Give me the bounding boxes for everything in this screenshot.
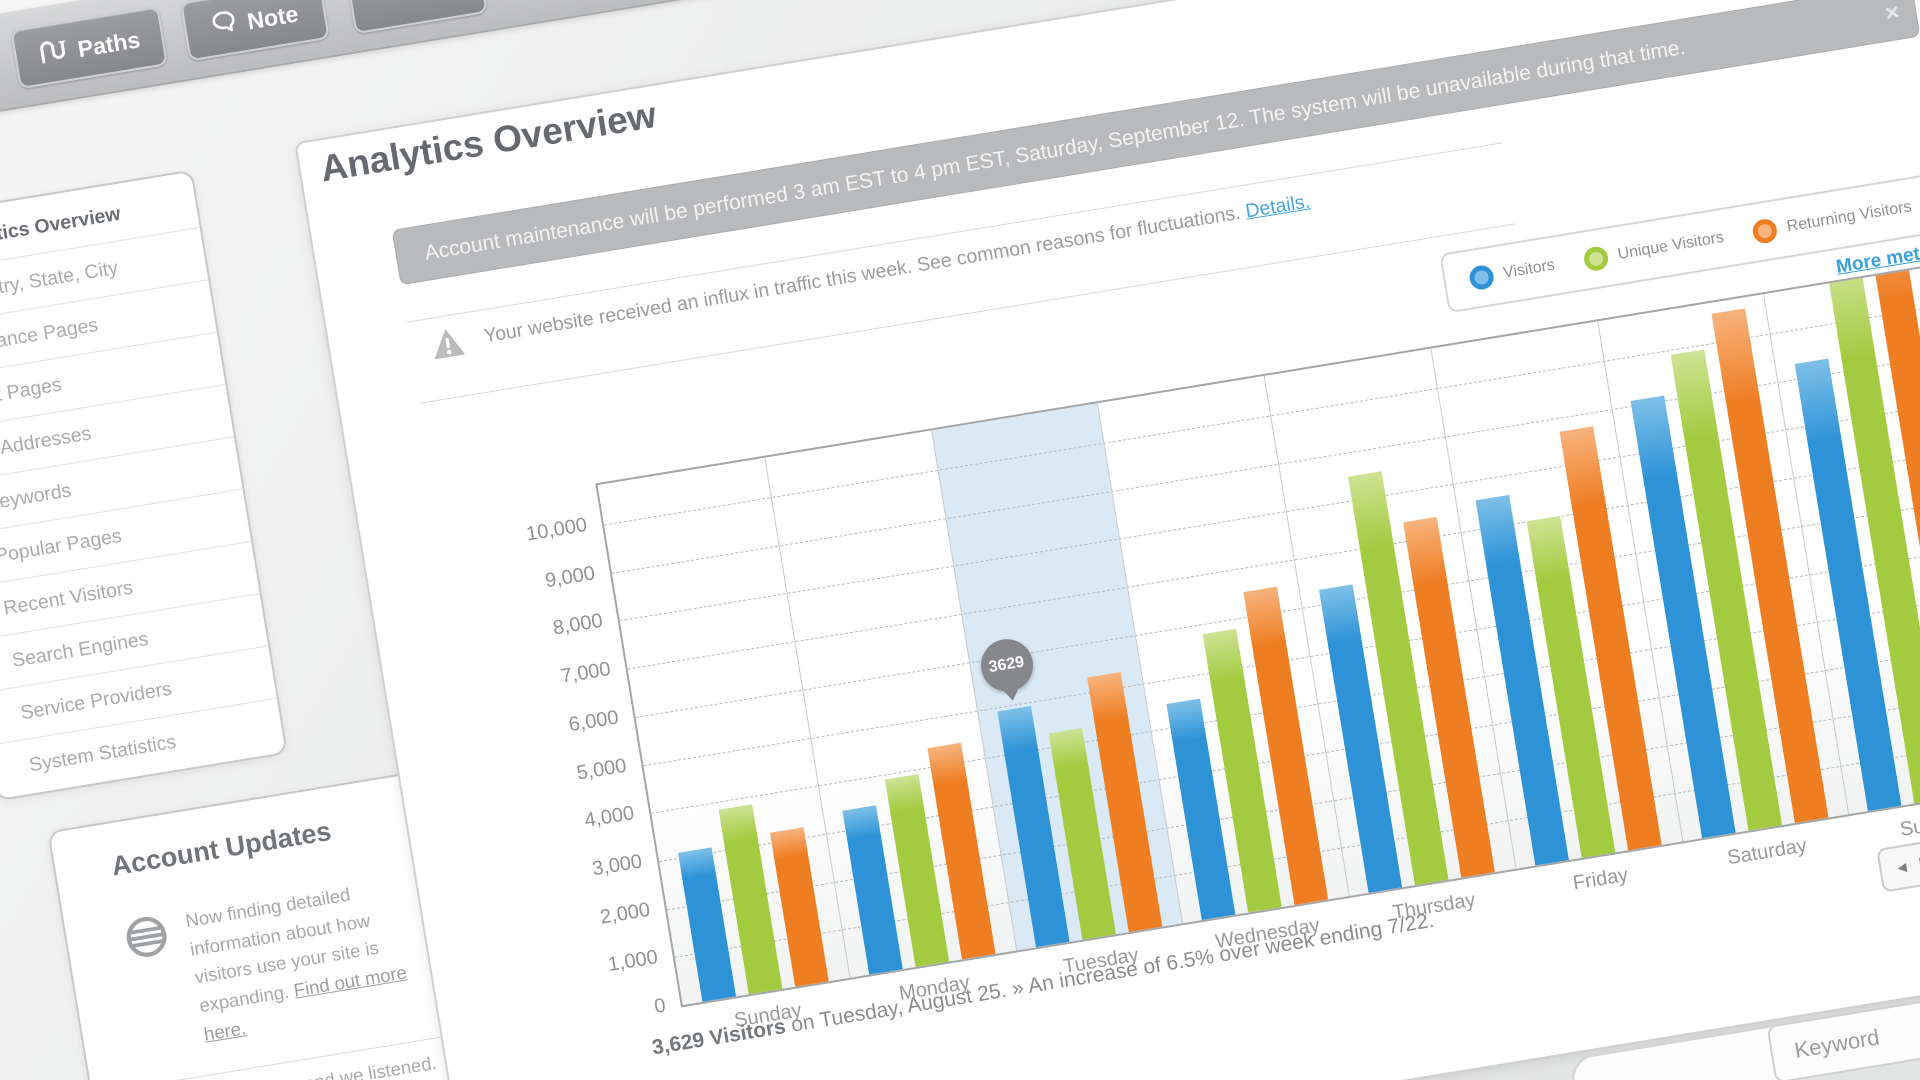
tilted-ui-canvas: eTransposePathsNote Show Results: Daily … [0, 0, 1920, 1080]
y-axis-tick-label: 2,000 [599, 898, 652, 929]
legend-dot-icon [1468, 264, 1496, 292]
legend-item-visitors: Visitors [1468, 254, 1557, 292]
y-axis-tick-label: 5,000 [575, 754, 628, 785]
sidebar-list: Analytics OverviewCountry, State, CityEn… [0, 176, 285, 797]
toolbar-button-note[interactable]: Note [180, 0, 330, 61]
toolbar-button-paths[interactable]: Paths [10, 6, 168, 89]
warning-icon [428, 325, 467, 361]
tooltip-value: 3629 [977, 635, 1037, 695]
y-axis-tick-label: 1,000 [606, 947, 659, 978]
bar-group-sunday-0 [672, 797, 829, 1002]
y-axis-tick-label: 0 [653, 995, 668, 1019]
details-link[interactable]: Details. [1244, 190, 1312, 222]
y-axis-tick-label: 10,000 [525, 514, 589, 547]
y-axis-tick-label: 3,000 [591, 850, 644, 881]
note-icon [209, 7, 240, 43]
bar-group-wednesday-3 [1151, 587, 1329, 921]
main-content-card: Analytics Overview Account maintenance w… [294, 0, 1920, 1080]
legend-label: Unique Visitors [1617, 229, 1726, 264]
bar-returning-visitors[interactable] [770, 827, 829, 986]
legend-item-unique-visitors: Unique Visitors [1582, 226, 1725, 273]
arrow-left-icon: ◀ [1896, 860, 1907, 875]
tooltip-tail [1003, 688, 1021, 702]
globe-icon [120, 910, 189, 1059]
data-tooltip: 3629 [977, 635, 1038, 705]
legend-dot-icon [1582, 245, 1610, 273]
legend-item-returning-visitors: Returning Visitors [1752, 195, 1914, 245]
bar-chart-plot: 3629 [595, 265, 1920, 1008]
bar-group-thursday-4 [1302, 464, 1495, 893]
y-axis-tick-label: 4,000 [583, 802, 636, 833]
y-axis-tick-label: 8,000 [551, 610, 604, 641]
account-update-text: Now finding detailed information about h… [183, 868, 445, 1049]
y-axis-tick-label: 9,000 [544, 562, 597, 593]
page-title: Analytics Overview [318, 94, 660, 190]
plot-area [598, 267, 1920, 1005]
sidebar-nav: Analytics OverviewCountry, State, CityEn… [0, 169, 288, 801]
star-icon [403, 0, 432, 11]
bar-group-saturday-6 [1618, 308, 1828, 838]
toolbar-button-label: Paths [76, 26, 142, 63]
toolbar-button-label: Note [245, 0, 300, 35]
paths-icon [36, 36, 70, 70]
screenshot-stage: eTransposePathsNote Show Results: Daily … [0, 0, 1920, 1080]
toolbar-button-partial-4[interactable] [346, 0, 488, 34]
legend-dot-icon [1752, 217, 1780, 245]
bar-group-monday-1 [834, 743, 995, 975]
y-axis-tick-label: 7,000 [559, 658, 612, 689]
bar-group-friday-5 [1467, 426, 1662, 865]
bar-visitors[interactable] [678, 847, 736, 1002]
y-axis-tick-label: 6,000 [567, 706, 620, 737]
legend-label: Returning Visitors [1786, 198, 1913, 236]
close-icon[interactable]: × [1881, 0, 1904, 42]
legend-label: Visitors [1502, 257, 1556, 283]
